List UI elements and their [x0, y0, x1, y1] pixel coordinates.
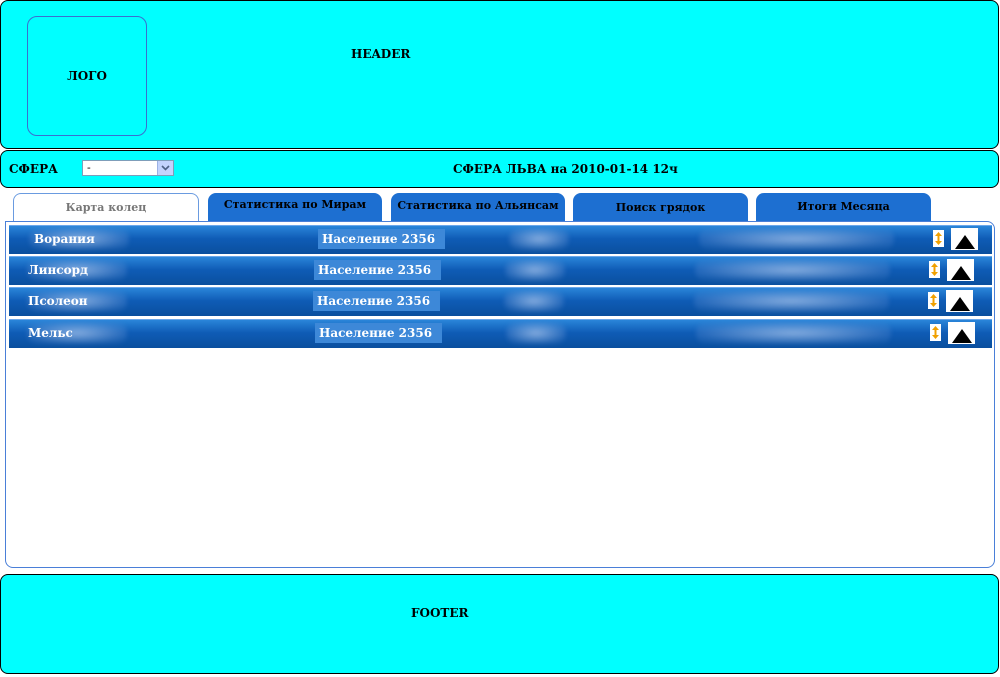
sphere-bar: СФЕРА - СФЕРА ЛЬВА на 2010-01-14 12ч [0, 150, 999, 188]
sort-updown-icon[interactable] [933, 230, 944, 247]
row-name: Мельс [28, 326, 73, 340]
logo[interactable]: ЛОГО [27, 16, 147, 136]
blurred-text [694, 290, 889, 312]
table-row[interactable]: Ворания Население 2356 [9, 225, 992, 254]
header-title: HEADER [351, 47, 411, 61]
blurred-text [696, 322, 891, 344]
triangle-up-icon[interactable] [948, 322, 975, 344]
row-population: Население 2356 [315, 323, 442, 343]
blurred-text [695, 259, 890, 281]
blurred-text [509, 228, 569, 250]
sort-updown-icon[interactable] [929, 261, 940, 278]
sphere-select[interactable]: - [82, 160, 174, 176]
sphere-title: СФЕРА ЛЬВА на 2010-01-14 12ч [453, 162, 678, 176]
triangle-up-icon[interactable] [951, 228, 978, 250]
tab-label: Итоги Месяца [797, 200, 890, 213]
tab-label: Статистика по Альянсам [397, 199, 559, 212]
row-name: Псолеон [28, 294, 88, 308]
footer: FOOTER [0, 574, 999, 674]
row-name: Линсорд [28, 263, 88, 277]
header: ЛОГО HEADER [0, 0, 999, 149]
tab-alliance-stats[interactable]: Статистика по Альянсам [391, 193, 565, 222]
sort-updown-icon[interactable] [928, 292, 939, 309]
tab-ring-map[interactable]: Карта колец [13, 193, 199, 222]
logo-text: ЛОГО [67, 69, 107, 83]
blurred-text [506, 322, 566, 344]
table-row[interactable]: Мельс Население 2356 [9, 319, 992, 348]
tab-label: Статистика по Мирам [223, 198, 367, 211]
sphere-select-value: - [87, 161, 91, 174]
triangle-up-icon[interactable] [947, 259, 974, 281]
triangle-up-icon[interactable] [946, 290, 973, 312]
tab-label: Поиск грядок [615, 201, 706, 214]
blurred-text [504, 290, 564, 312]
row-population: Население 2356 [313, 291, 440, 311]
row-population: Население 2356 [314, 260, 441, 280]
tab-month-results[interactable]: Итоги Месяца [756, 193, 931, 222]
chevron-down-icon[interactable] [157, 161, 173, 175]
footer-title: FOOTER [411, 606, 469, 620]
table-row[interactable]: Псолеон Население 2356 [9, 287, 992, 316]
row-name: Ворания [34, 232, 95, 246]
blurred-text [699, 228, 894, 250]
tab-world-stats[interactable]: Статистика по Мирам [208, 193, 382, 222]
sphere-label: СФЕРА [9, 162, 58, 176]
table-row[interactable]: Линсорд Население 2356 [9, 256, 992, 285]
tab-label: Карта колец [65, 201, 147, 214]
row-population: Население 2356 [318, 229, 445, 249]
blurred-text [505, 259, 565, 281]
tab-search[interactable]: Поиск грядок [573, 193, 748, 222]
sort-updown-icon[interactable] [930, 324, 941, 341]
